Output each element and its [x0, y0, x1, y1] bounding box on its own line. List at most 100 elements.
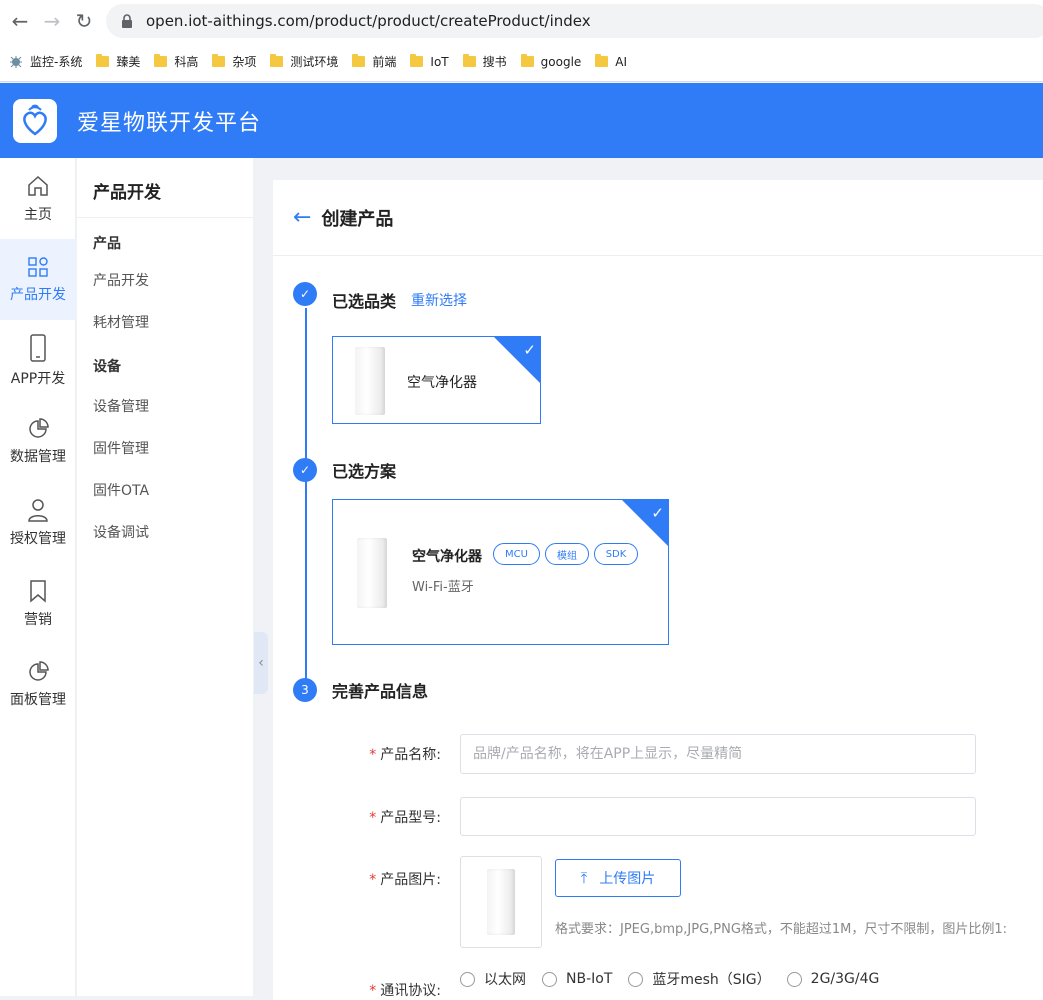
chevron-left-icon: ‹: [258, 655, 264, 671]
bookmark-folder[interactable]: 搜书: [462, 53, 507, 70]
nav-item-data-mgmt[interactable]: 数据管理: [0, 401, 76, 482]
step-2-label: 已选方案: [332, 462, 397, 481]
nav-item-panel-mgmt[interactable]: 面板管理: [0, 644, 76, 725]
selected-solution-card[interactable]: 空气净化器 MCU 模组 SDK Wi-Fi-蓝牙 ✓: [332, 499, 669, 645]
bookmark-folder[interactable]: google: [520, 54, 582, 69]
sub-nav-item-ota[interactable]: 固件OTA: [77, 470, 253, 512]
folder-icon: [270, 54, 284, 67]
nav-item-auth-mgmt[interactable]: 授权管理: [0, 482, 76, 563]
radio-circle-icon: [542, 971, 557, 987]
sub-nav-item-product-dev[interactable]: 产品开发: [77, 260, 253, 302]
sub-nav-item-firmware[interactable]: 固件管理: [77, 428, 253, 470]
step-2-check-icon: ✓: [293, 458, 317, 482]
back-arrow-icon[interactable]: ←: [4, 5, 36, 37]
folder-icon: [154, 54, 168, 67]
app-logo[interactable]: [13, 98, 57, 143]
folder-icon: [595, 54, 609, 67]
radio-label: 以太网: [484, 972, 526, 988]
bookmark-label: AI: [615, 54, 628, 69]
nav-item-marketing[interactable]: 营销: [0, 563, 76, 644]
selected-category-card[interactable]: 空气净化器 ✓: [332, 336, 541, 424]
pie-chart-icon: [29, 660, 49, 681]
nav-label: 产品开发: [10, 286, 66, 303]
bookmark-monitor[interactable]: 监控-系统: [8, 53, 82, 70]
upload-icon: ⤒: [580, 869, 588, 887]
bookmark-label: 搜书: [482, 55, 507, 69]
solution-name: 空气净化器: [412, 549, 482, 565]
sub-nav-item-device-mgmt[interactable]: 设备管理: [77, 386, 253, 428]
sub-nav: 产品开发 产品 产品开发 耗材管理 设备 设备管理 固件管理 固件OTA 设备调…: [77, 158, 253, 996]
product-image-label: * 产品图片:: [369, 872, 441, 888]
bookmark-label: IoT: [430, 54, 449, 69]
card-header: ← 创建产品: [273, 180, 1043, 256]
folder-icon: [520, 54, 534, 67]
bookmark-label: 前端: [372, 55, 397, 69]
pie-chart-icon: [29, 417, 49, 438]
step-connector-line: [305, 308, 307, 690]
bookmark-folder[interactable]: 前端: [352, 53, 396, 70]
solution-connectivity: Wi-Fi-蓝牙: [412, 580, 474, 595]
step-1-check-icon: ✓: [293, 282, 317, 306]
grid-icon: [28, 256, 48, 277]
nav-label: 面板管理: [10, 691, 66, 708]
sub-nav-group-device: 设备: [93, 359, 121, 375]
radio-ethernet[interactable]: 以太网: [460, 969, 526, 989]
bookmark-label: 测试环境: [290, 55, 339, 69]
nav-item-product-dev[interactable]: 产品开发: [0, 239, 76, 320]
bookmark-folder[interactable]: 科高: [154, 53, 198, 70]
nav-label: APP开发: [10, 370, 66, 387]
radio-bluetooth-mesh[interactable]: 蓝牙mesh（SIG）: [628, 969, 771, 989]
folder-icon: [462, 54, 476, 67]
bookmark-folder[interactable]: IoT: [410, 54, 449, 69]
heart-logo-icon: [23, 104, 47, 136]
upload-image-button[interactable]: ⤒ 上传图片: [555, 859, 681, 897]
bookmark-folder[interactable]: 杂项: [212, 53, 256, 70]
sub-nav-item-debug[interactable]: 设备调试: [77, 512, 253, 554]
radio-circle-icon: [460, 971, 475, 987]
address-bar[interactable]: open.iot-aithings.com/product/product/cr…: [106, 4, 1043, 38]
radio-label: NB-IoT: [566, 971, 613, 987]
product-image-preview[interactable]: [460, 856, 542, 948]
nav-label: 授权管理: [10, 530, 66, 547]
sub-nav-item-consumables[interactable]: 耗材管理: [77, 302, 253, 344]
sub-nav-title: 产品开发: [77, 158, 253, 218]
air-purifier-image: [357, 538, 387, 608]
upload-label: 上传图片: [599, 871, 656, 887]
product-model-label: * 产品型号:: [369, 810, 441, 826]
left-nav: 主页 产品开发 APP开发 数据管理 授权管理 营销 面板管理: [0, 158, 76, 996]
bookmark-label: google: [540, 54, 582, 69]
nav-label: 数据管理: [10, 448, 66, 465]
radio-cellular[interactable]: 2G/3G/4G: [786, 971, 880, 987]
collapse-sidebar-button[interactable]: ‹: [254, 632, 268, 694]
radio-nb-iot[interactable]: NB-IoT: [542, 971, 612, 987]
product-name-input[interactable]: [460, 734, 976, 774]
air-purifier-image: [355, 347, 385, 415]
back-arrow-icon[interactable]: ←: [293, 205, 311, 230]
air-purifier-image: [487, 869, 515, 935]
bookmark-folder[interactable]: 测试环境: [270, 53, 338, 70]
folder-icon: [352, 54, 366, 67]
product-model-input[interactable]: [460, 797, 976, 836]
radio-label: 2G/3G/4G: [810, 971, 880, 987]
forward-arrow-icon[interactable]: →: [36, 5, 68, 37]
nav-label: 主页: [24, 206, 52, 223]
reload-icon[interactable]: ↻: [68, 5, 100, 37]
image-format-hint: 格式要求：JPEG,bmp,JPG,PNG格式，不能超过1M，尺寸不限制，图片比…: [555, 922, 1008, 937]
nav-label: 营销: [24, 611, 52, 628]
nav-item-home[interactable]: 主页: [0, 158, 76, 239]
bookmark-label: 监控-系统: [30, 55, 83, 69]
reselect-link[interactable]: 重新选择: [411, 290, 467, 310]
nav-item-app-dev[interactable]: APP开发: [0, 320, 76, 401]
bookmark-icon: [30, 579, 46, 603]
folder-icon: [410, 54, 424, 67]
radio-circle-icon: [628, 971, 644, 987]
bug-icon: [8, 54, 24, 70]
home-icon: [28, 175, 48, 196]
bookmark-label: 臻美: [116, 55, 141, 69]
tag-module: 模组: [545, 543, 589, 565]
comm-protocol-label: * 通讯协议:: [369, 983, 441, 999]
step-3-label: 完善产品信息: [332, 682, 429, 701]
bookmark-folder[interactable]: AI: [595, 54, 628, 69]
folder-icon: [212, 54, 226, 67]
bookmark-folder[interactable]: 臻美: [96, 53, 140, 70]
